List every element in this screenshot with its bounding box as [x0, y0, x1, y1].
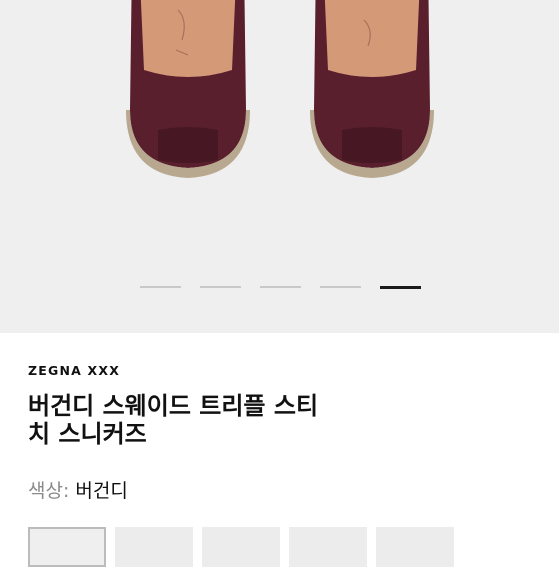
product-image-gallery[interactable]	[0, 0, 559, 333]
product-title-line-1: 버건디 스웨이드 트리플 스티	[28, 392, 319, 420]
gallery-dot-5-active[interactable]	[380, 285, 421, 289]
color-swatch-2[interactable]	[115, 527, 193, 567]
product-info: ZEGNA XXX 버건디 스웨이드 트리플 스티 치 스니커즈	[28, 363, 528, 448]
gallery-dot-4[interactable]	[320, 286, 361, 288]
gallery-dot-2[interactable]	[200, 286, 241, 288]
product-title: 버건디 스웨이드 트리플 스티 치 스니커즈	[28, 392, 388, 448]
shoe-image-right	[310, 0, 434, 178]
gallery-dot-1[interactable]	[140, 286, 181, 288]
brand-name[interactable]: ZEGNA XXX	[28, 363, 528, 378]
color-label: 색상:	[28, 480, 70, 502]
gallery-pagination	[140, 285, 421, 289]
color-swatch-5[interactable]	[376, 527, 454, 567]
gallery-dot-3[interactable]	[260, 286, 301, 288]
shoe-image-left	[126, 0, 250, 178]
color-swatch-3[interactable]	[202, 527, 280, 567]
color-swatch-1[interactable]	[28, 527, 106, 567]
product-title-line-2: 치 스니커즈	[28, 420, 147, 448]
color-swatch-4[interactable]	[289, 527, 367, 567]
color-selector-label: 색상: 버건디	[28, 476, 128, 503]
color-value: 버건디	[75, 480, 128, 502]
